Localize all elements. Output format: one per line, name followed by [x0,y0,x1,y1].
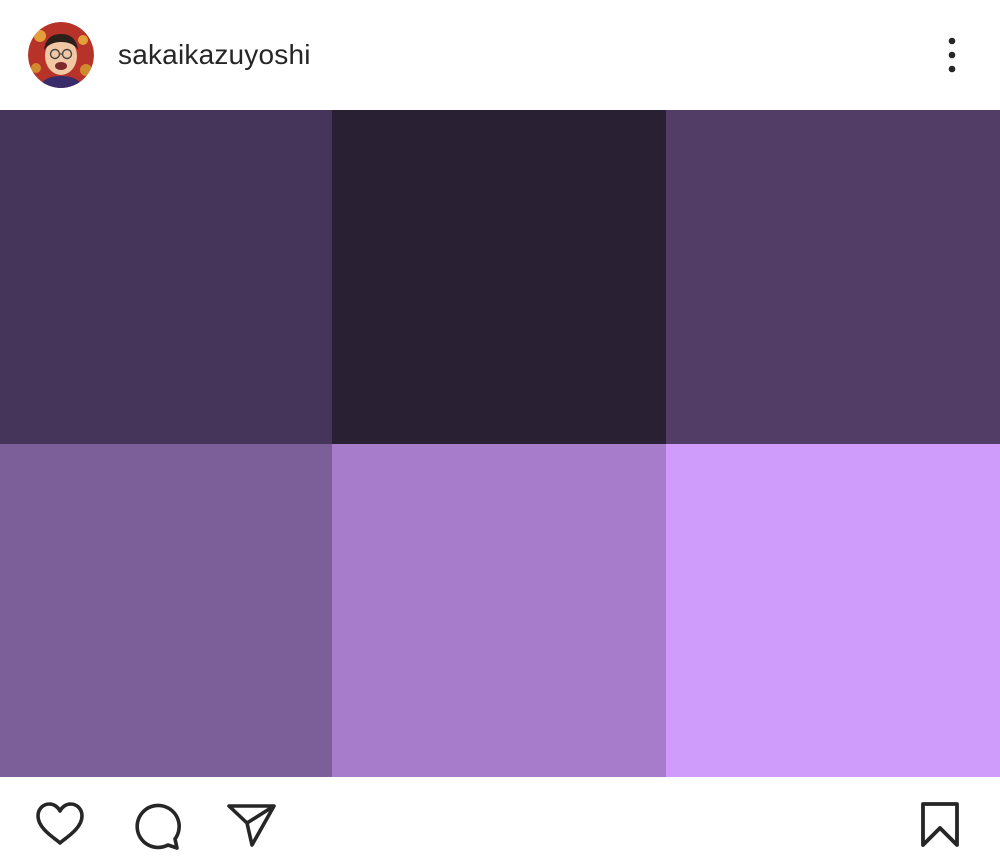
color-tile [332,444,666,777]
color-tile [0,444,332,777]
color-tile [332,110,666,444]
comment-icon [135,803,181,850]
color-tile [666,444,1000,777]
bookmark-icon [921,802,959,847]
more-options-button[interactable] [932,25,972,85]
share-button[interactable] [226,801,278,849]
save-button[interactable] [918,801,962,849]
color-tile [0,110,332,444]
instagram-post: sakaikazuyoshi [0,0,1000,864]
avatar[interactable] [28,22,94,88]
username-link[interactable]: sakaikazuyoshi [118,39,311,71]
more-options-vertical-icon [948,37,956,73]
post-header: sakaikazuyoshi [0,0,1000,110]
color-tile [666,110,1000,444]
send-icon [227,804,276,847]
post-image[interactable] [0,110,1000,777]
heart-icon [36,802,84,845]
post-actions-bar [0,777,1000,864]
comment-button[interactable] [130,801,182,851]
profile-photo-icon [28,22,94,88]
like-button[interactable] [34,801,86,847]
